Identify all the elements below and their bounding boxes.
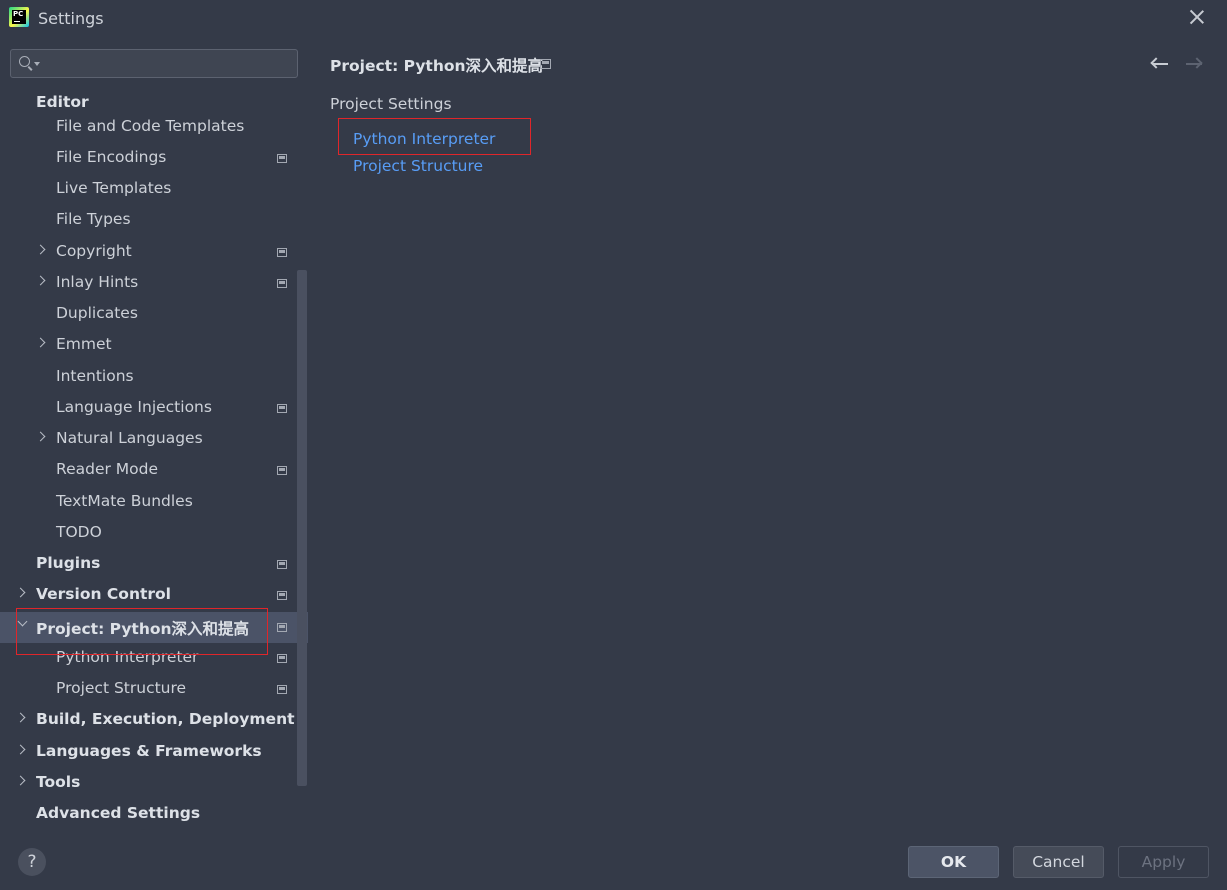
project-level-icon [277,279,287,288]
tree-item-emmet[interactable]: Emmet [0,330,308,361]
search-input[interactable] [45,53,294,75]
tree-item-label: File Encodings [56,148,167,166]
tree-item-label: Natural Languages [56,429,203,447]
tree-item-label: Project Structure [56,679,187,697]
back-arrow-icon[interactable] [1150,56,1169,72]
tree-item-file-encodings[interactable]: File Encodings [0,143,308,174]
tree-item-label: Version Control [36,585,171,603]
chevron-down-icon[interactable] [34,62,40,66]
chevron-right-icon[interactable] [35,244,46,255]
tree-item-label: Python Interpreter [56,648,199,666]
search-icon[interactable] [19,56,30,67]
tree-item-label: Duplicates [56,304,138,322]
project-level-icon [277,404,287,413]
project-level-icon [277,248,287,257]
tree-item-label: Intentions [56,367,134,385]
tree-item-label: Live Templates [56,179,172,197]
chevron-right-icon[interactable] [35,337,46,348]
tree-item-label: Languages & Frameworks [36,742,262,760]
window-title: Settings [38,9,104,28]
tree-item-reader-mode[interactable]: Reader Mode [0,455,308,486]
project-level-icon [277,154,287,163]
tree-item-tools[interactable]: Tools [0,768,308,799]
tree-item-intentions[interactable]: Intentions [0,362,308,393]
chevron-right-icon[interactable] [35,431,46,442]
tree-item-project[interactable]: Project: Python深入和提高 [0,612,308,643]
project-level-icon [277,623,287,632]
project-structure-link[interactable]: Project Structure [353,157,483,175]
tree-scrollbar[interactable] [297,270,307,786]
ok-button[interactable]: OK [908,846,999,878]
project-level-icon [540,59,551,69]
tree-item-label: Plugins [36,554,101,572]
title-bar: PC Settings [0,0,1227,38]
tree-item-label: Reader Mode [56,460,159,478]
search-box[interactable] [10,49,298,78]
chevron-right-icon[interactable] [35,275,46,286]
section-title: Project Settings [330,95,452,113]
tree-item-label: File and Code Templates [56,117,245,135]
tree-item-file-and-code-templates[interactable]: File and Code Templates [0,112,308,143]
tree-item-python-interpreter[interactable]: Python Interpreter [0,643,308,674]
chevron-right-icon[interactable] [15,775,26,786]
python-interpreter-link[interactable]: Python Interpreter [353,130,495,148]
project-level-icon [277,685,287,694]
tree-item-file-types[interactable]: File Types [0,205,308,236]
tree-item-natural-languages[interactable]: Natural Languages [0,424,308,455]
tree-item-label: Inlay Hints [56,273,139,291]
tree-item-label: Copyright [56,242,132,260]
chevron-down-icon[interactable] [17,616,28,627]
tree-item-label: Emmet [56,335,112,353]
tree-item-label: TODO [56,523,102,541]
tree-item-label: Tools [36,773,81,791]
help-button[interactable]: ? [18,848,46,876]
tree-item-live-templates[interactable]: Live Templates [0,174,308,205]
cancel-button[interactable]: Cancel [1013,846,1104,878]
tree-item-todo[interactable]: TODO [0,518,308,549]
tree-item-label: Advanced Settings [36,804,201,822]
tree-item-inlay-hints[interactable]: Inlay Hints [0,268,308,299]
chevron-right-icon[interactable] [15,712,26,723]
pycharm-logo-icon: PC [9,7,29,27]
tree-item-languages-frameworks[interactable]: Languages & Frameworks [0,737,308,768]
tree-item-advanced-settings[interactable]: Advanced Settings [0,799,308,830]
tree-item-label: File Types [56,210,131,228]
project-level-icon [277,654,287,663]
close-icon[interactable] [1189,8,1205,26]
project-level-icon [277,560,287,569]
tree-item-duplicates[interactable]: Duplicates [0,299,308,330]
tree-item-label: Project: Python深入和提高 [36,620,250,638]
tree-item-build-execution-deployment[interactable]: Build, Execution, Deployment [0,705,308,736]
page-title: Project: Python深入和提高 [330,57,544,75]
tree-item-label: TextMate Bundles [56,492,193,510]
tree-item-language-injections[interactable]: Language Injections [0,393,308,424]
tree-item-label: Language Injections [56,398,212,416]
chevron-right-icon[interactable] [15,744,26,755]
tree-item-copyright[interactable]: Copyright [0,237,308,268]
tree-item-plugins[interactable]: Plugins [0,549,308,580]
chevron-right-icon[interactable] [15,587,26,598]
project-level-icon [277,591,287,600]
tree-item-label: Build, Execution, Deployment [36,710,295,728]
project-level-icon [277,466,287,475]
forward-arrow-icon[interactable] [1185,56,1203,72]
tree-item-version-control[interactable]: Version Control [0,580,308,611]
tree-item-project-structure[interactable]: Project Structure [0,674,308,705]
apply-button[interactable]: Apply [1118,846,1209,878]
tree-item-textmate-bundles[interactable]: TextMate Bundles [0,487,308,518]
tree-item-label: Editor [36,93,89,111]
